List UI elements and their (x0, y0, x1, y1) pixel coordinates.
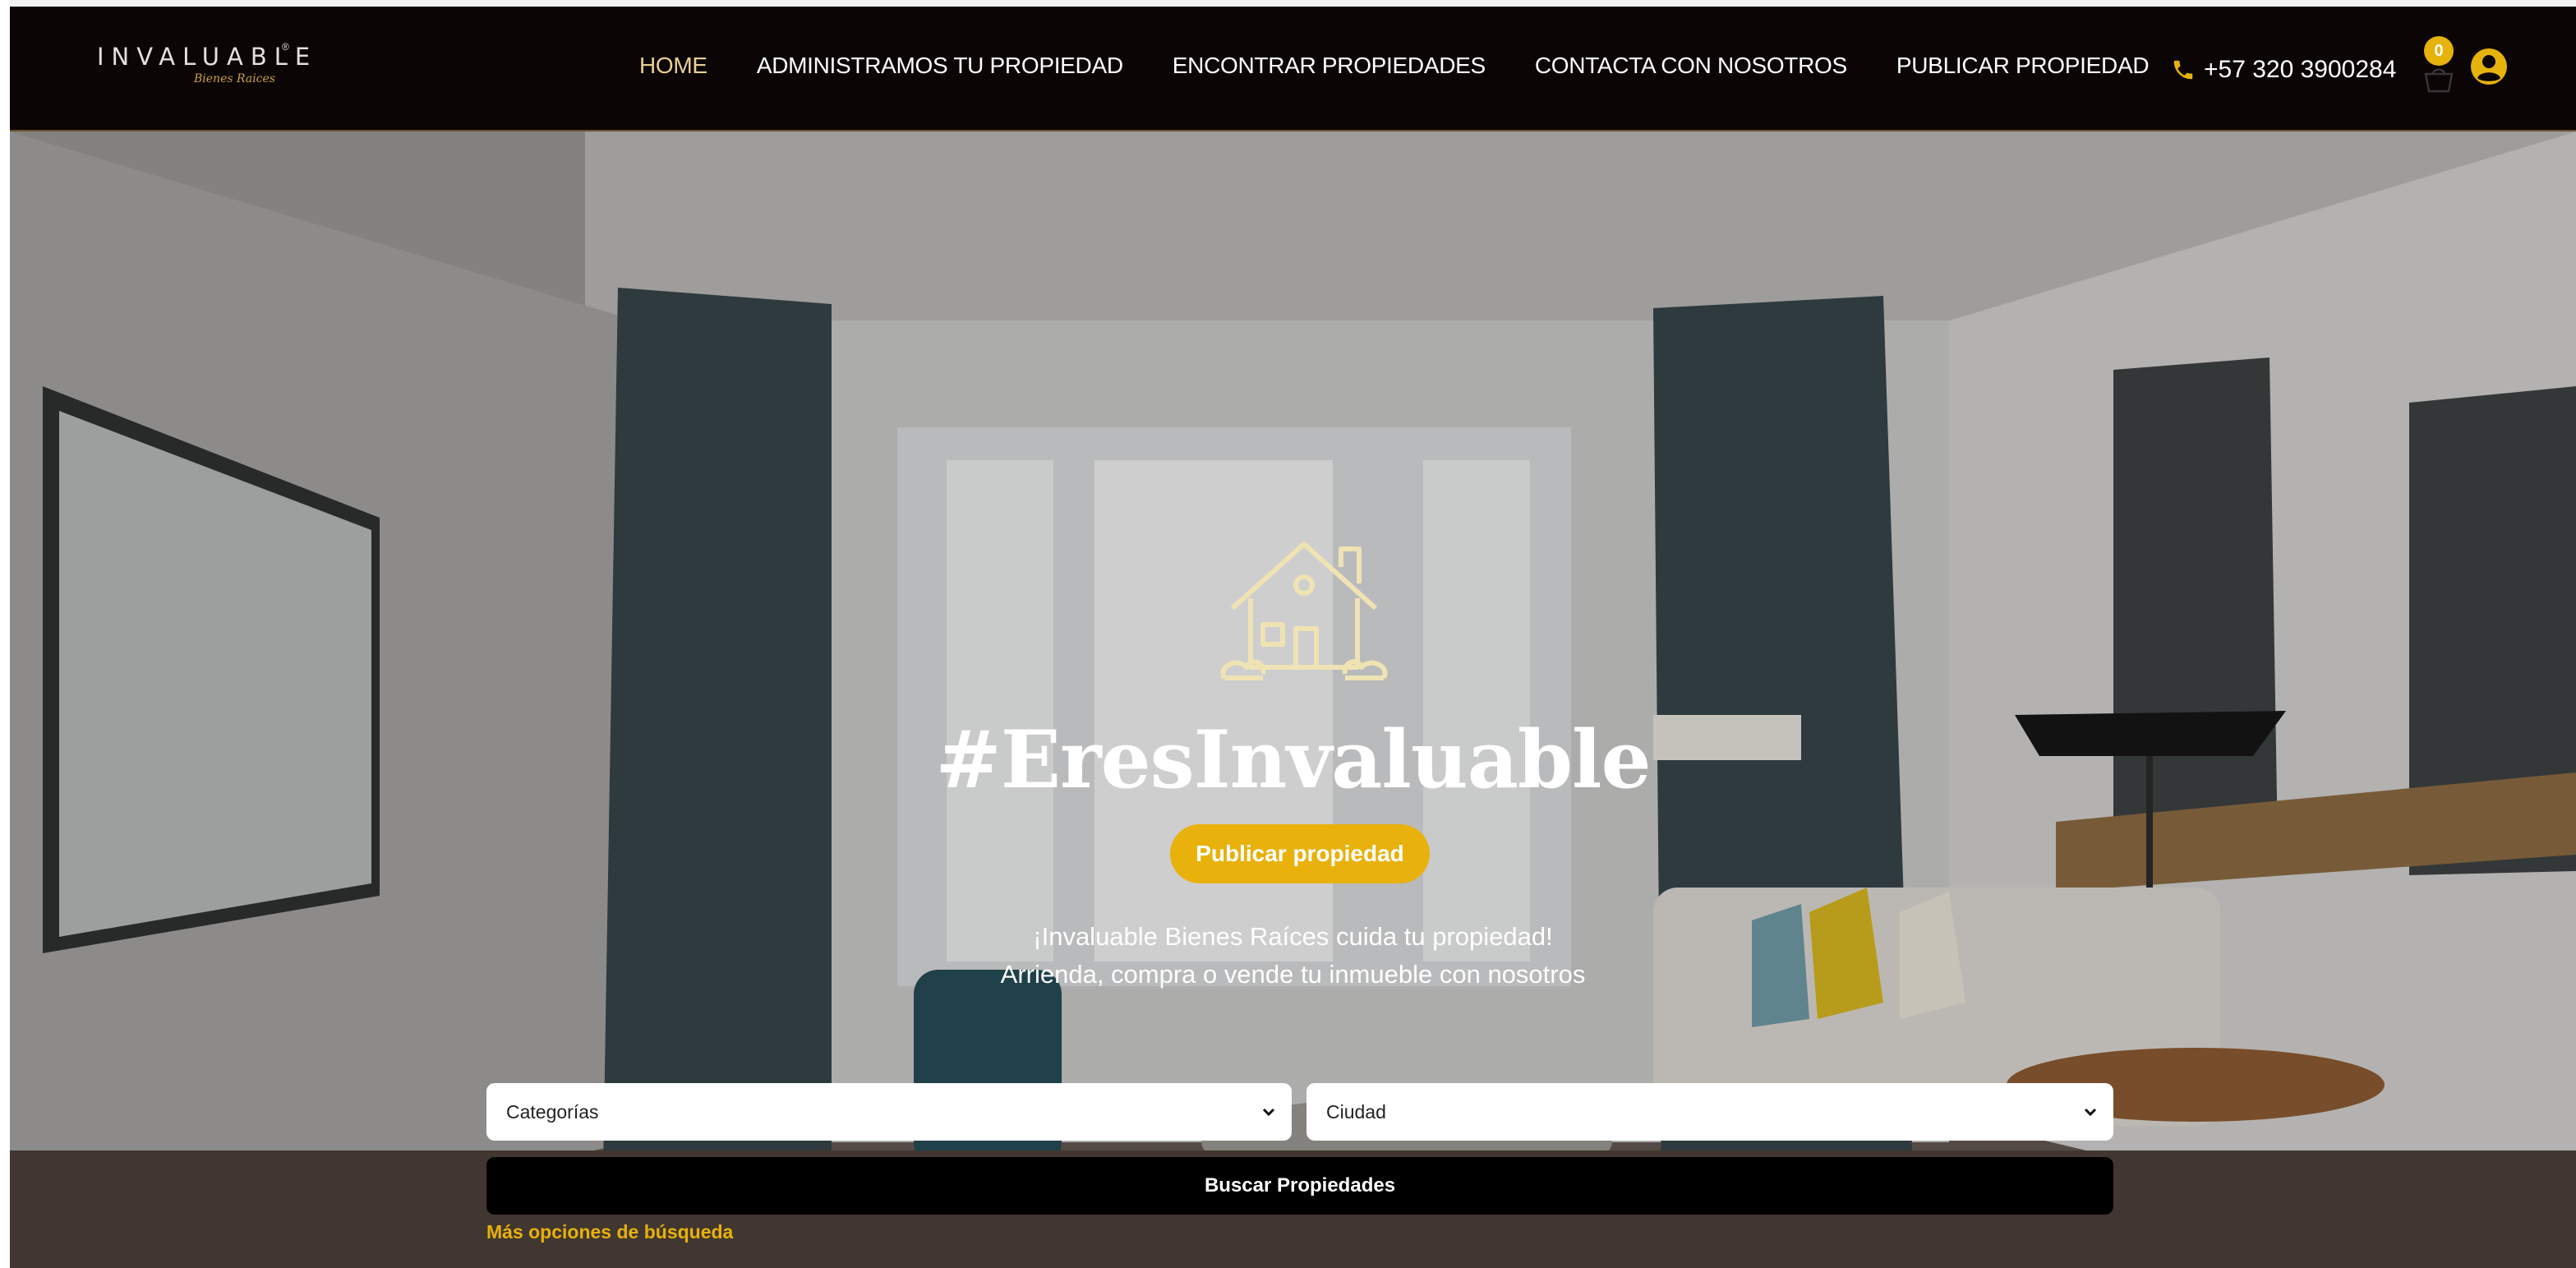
chevron-down-icon (2084, 1108, 2097, 1117)
city-select[interactable]: Ciudad (1306, 1083, 2113, 1141)
logo-subtext: Bienes Raices (194, 72, 275, 85)
more-search-options-link[interactable]: Más opciones de búsqueda (486, 1221, 733, 1243)
category-select[interactable]: Categorías (486, 1083, 1292, 1141)
hero-section: #EresInvaluable Publicar propiedad ¡Inva… (10, 131, 2576, 1268)
user-circle-icon[interactable] (2470, 48, 2508, 85)
navbar: INVALUABLE ® Bienes Raices HOME ADMINIST… (10, 7, 2576, 131)
cart-count-badge: 0 (2424, 36, 2454, 66)
nav-encontrar-propiedades[interactable]: ENCONTRAR PROPIEDADES (1173, 53, 1486, 79)
logo-registered-mark: ® (282, 41, 289, 53)
logo[interactable]: INVALUABLE ® Bienes Raices (97, 41, 310, 95)
phone-number: +57 320 3900284 (2204, 56, 2397, 83)
phone-icon (2173, 60, 2193, 80)
nav-administramos-tu-propiedad[interactable]: ADMINISTRAMOS TU PROPIEDAD (757, 53, 1123, 79)
phone-contact[interactable]: +57 320 3900284 (2171, 56, 2396, 84)
page: INVALUABLE ® Bienes Raices HOME ADMINIST… (10, 0, 2576, 1268)
hero-title: #EresInvaluable (935, 713, 1651, 806)
hero-tagline-primary: ¡Invaluable Bienes Raíces cuida tu propi… (1033, 922, 1553, 951)
hero-overlay (10, 131, 2576, 1268)
cart-button[interactable]: 0 (2414, 35, 2460, 93)
nav-home[interactable]: HOME (639, 53, 707, 79)
publicar-propiedad-button[interactable]: Publicar propiedad (1170, 824, 1430, 883)
chevron-down-icon (1262, 1108, 1275, 1117)
nav-publicar-propiedad[interactable]: PUBLICAR PROPIEDAD (1896, 53, 2150, 79)
hero-tagline-secondary: Arrienda, compra o vende tu inmueble con… (1000, 960, 1586, 989)
house-icon (1220, 542, 1388, 680)
search-properties-button[interactable]: Buscar Propiedades (486, 1157, 2113, 1215)
category-select-value: Categorías (506, 1101, 599, 1123)
city-select-value: Ciudad (1326, 1101, 1386, 1123)
main-nav: HOME ADMINISTRAMOS TU PROPIEDAD ENCONTRA… (639, 53, 2150, 79)
nav-contacta-con-nosotros[interactable]: CONTACTA CON NOSOTROS (1535, 53, 1847, 79)
shopping-bag-icon (2424, 68, 2454, 93)
top-border (10, 0, 2576, 7)
